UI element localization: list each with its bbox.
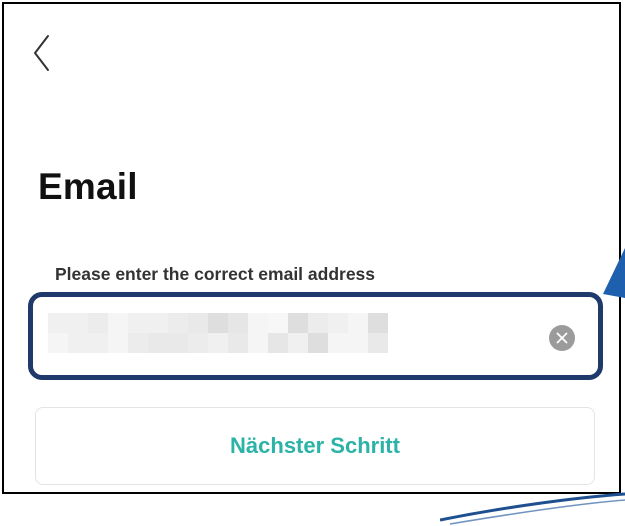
decorative-swoosh (440, 492, 625, 525)
page-title: Email (38, 166, 138, 207)
chevron-left-icon (34, 35, 49, 71)
clear-button[interactable] (549, 325, 575, 351)
back-button[interactable] (30, 32, 56, 74)
email-field-label: Please enter the correct email address (55, 264, 376, 284)
email-input[interactable] (45, 305, 525, 365)
email-field-highlight (28, 292, 603, 380)
clear-circle-icon (556, 332, 568, 344)
next-step-button[interactable]: Nächster Schritt (35, 407, 595, 485)
